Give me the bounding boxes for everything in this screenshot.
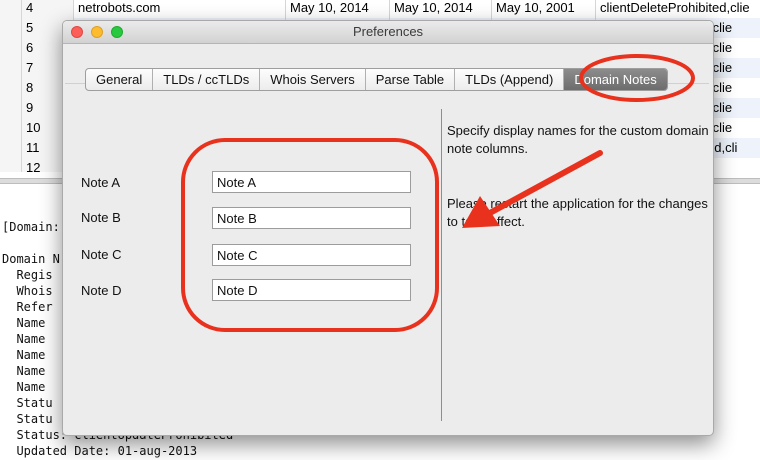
whois-line: [Domain: <box>2 220 60 234</box>
help-text-restart: Please restart the application for the c… <box>447 196 708 229</box>
help-text-columns: Specify display names for the custom dom… <box>447 123 709 156</box>
window-title: Preferences <box>352 24 424 39</box>
panel-divider <box>441 109 442 421</box>
tab-tlds-append[interactable]: TLDs (Append) <box>455 69 565 90</box>
note-d-input[interactable] <box>212 279 411 301</box>
tab-bar: General TLDs / ccTLDs Whois Servers Pars… <box>85 68 668 91</box>
table-row[interactable]: 4 netrobots.com May 10, 2014 May 10, 201… <box>0 0 760 18</box>
note-c-input[interactable] <box>212 244 411 266</box>
row-number: 4 <box>22 0 74 18</box>
whois-line: Domain N <box>2 252 60 266</box>
note-d-label: Note D <box>81 283 122 298</box>
whois-line: Name <box>2 380 46 394</box>
whois-line: Name <box>2 364 46 378</box>
cell-date: May 10, 2014 <box>390 0 492 18</box>
whois-line: Name <box>2 348 46 362</box>
note-b-label: Note B <box>81 210 121 225</box>
preferences-window: Preferences General TLDs / ccTLDs Whois … <box>62 20 714 436</box>
tab-domain-notes[interactable]: Domain Notes <box>564 69 667 90</box>
whois-line: Name <box>2 316 46 330</box>
whois-line: Statu <box>2 396 53 410</box>
cell-date: May 10, 2001 <box>492 0 596 18</box>
cell-date: May 10, 2014 <box>286 0 390 18</box>
note-a-input[interactable] <box>212 171 411 193</box>
whois-line: Statu <box>2 412 53 426</box>
tab-parse-table[interactable]: Parse Table <box>366 69 456 90</box>
note-a-label: Note A <box>81 175 121 190</box>
title-bar[interactable]: Preferences <box>63 21 713 44</box>
tab-general[interactable]: General <box>86 69 154 90</box>
cell-status: clientDeleteProhibited,clie <box>596 0 760 18</box>
whois-line: Updated Date: 01-aug-2013 <box>2 444 198 458</box>
tab-whois-servers[interactable]: Whois Servers <box>260 69 366 90</box>
note-c-label: Note C <box>81 247 122 262</box>
whois-line: Regis <box>2 268 53 282</box>
tab-tlds-cctlds[interactable]: TLDs / ccTLDs <box>153 69 261 90</box>
whois-line: Whois <box>2 284 53 298</box>
whois-line: Name <box>2 332 46 346</box>
whois-line: Refer <box>2 300 53 314</box>
note-b-input[interactable] <box>212 207 411 229</box>
cell-domain: netrobots.com <box>74 0 286 18</box>
